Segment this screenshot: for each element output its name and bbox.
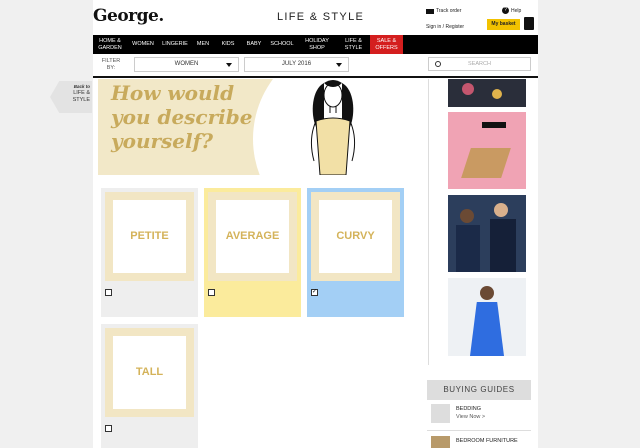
hero-title: How would you describe yourself? <box>111 81 252 153</box>
guide-title: BEDROOM FURNITURE <box>456 438 518 444</box>
george-logo[interactable]: George. <box>93 6 164 26</box>
promo-sandals[interactable] <box>448 112 526 189</box>
truck-icon <box>426 8 434 14</box>
guide-title: BEDDING <box>456 406 482 412</box>
section-title: LIFE & STYLE <box>277 11 365 23</box>
option-card-tall[interactable]: TALL <box>101 324 198 448</box>
search-placeholder: SEARCH <box>468 61 491 67</box>
chevron-down-icon <box>336 63 342 67</box>
option-card-average[interactable]: AVERAGE <box>204 188 301 317</box>
shopping-bag-icon[interactable] <box>524 17 534 30</box>
promo-floral-top[interactable] <box>448 79 526 107</box>
filter-bar: FILTER BY: WOMEN JULY 2016 SEARCH <box>93 56 538 76</box>
filter-divider <box>93 76 538 78</box>
main-nav: HOME & GARDEN WOMEN LINGERIE MEN KIDS BA… <box>93 35 538 54</box>
buying-guides-heading: BUYING GUIDES <box>427 380 531 400</box>
option-frame: CURVY <box>311 192 400 281</box>
hero-title-line: How would <box>111 81 235 105</box>
search-input[interactable]: SEARCH <box>428 57 531 71</box>
guide-item-bedroom-furniture[interactable]: BEDROOM FURNITURE <box>427 432 531 448</box>
option-frame: PETITE <box>105 192 194 281</box>
promo-blue-dress[interactable] <box>448 278 526 356</box>
back-link-small: Back to <box>73 84 90 89</box>
nav-item-holiday-shop[interactable]: HOLIDAY SHOP <box>297 35 337 54</box>
option-label: TALL <box>113 336 186 409</box>
category-select-value: WOMEN <box>174 61 199 67</box>
track-order-link[interactable]: Track order <box>426 8 461 14</box>
nav-item-kids[interactable]: KIDS <box>215 35 241 54</box>
option-checkbox-petite[interactable] <box>105 289 112 296</box>
site-header: George. LIFE & STYLE Track order ? Help … <box>93 0 538 35</box>
filter-label: FILTER BY: <box>101 58 121 71</box>
option-frame: TALL <box>105 328 194 417</box>
nav-item-lingerie[interactable]: LINGERIE <box>159 35 191 54</box>
nav-item-men[interactable]: MEN <box>191 35 215 54</box>
back-link-text[interactable]: Back to LIFE & STYLE <box>60 83 90 104</box>
option-checkbox-curvy[interactable]: ✓ <box>311 289 318 296</box>
guide-item-bedding[interactable]: BEDDING View Now > <box>427 400 531 430</box>
search-icon <box>435 61 441 67</box>
option-checkbox-average[interactable] <box>208 289 215 296</box>
signin-link[interactable]: Sign in / Register <box>426 24 464 30</box>
nav-item-baby[interactable]: BABY <box>241 35 267 54</box>
nav-item-school[interactable]: SCHOOL <box>267 35 297 54</box>
option-checkbox-tall[interactable] <box>105 425 112 432</box>
guide-divider <box>427 430 531 431</box>
option-label: CURVY <box>319 200 392 273</box>
question-icon: ? <box>502 7 509 14</box>
option-card-petite[interactable]: PETITE <box>101 188 198 317</box>
category-select[interactable]: WOMEN <box>134 57 239 72</box>
bedding-thumbnail <box>431 404 450 423</box>
woman-illustration <box>310 80 356 175</box>
option-frame: AVERAGE <box>208 192 297 281</box>
sidebar-divider <box>428 79 429 365</box>
help-label: Help <box>511 7 522 14</box>
date-select-value: JULY 2016 <box>281 61 312 67</box>
option-card-curvy[interactable]: CURVY ✓ <box>307 188 404 317</box>
sidebar-promos <box>428 79 531 365</box>
hero-title-line: yourself? <box>111 129 213 153</box>
nav-item-home-garden[interactable]: HOME & GARDEN <box>93 35 127 54</box>
hero-title-line: you describe <box>111 105 253 129</box>
track-order-label: Track order <box>436 8 462 14</box>
chevron-down-icon <box>226 63 232 67</box>
hero-banner: How would you describe yourself? <box>98 79 410 175</box>
page: George. LIFE & STYLE Track order ? Help … <box>93 0 538 448</box>
promo-school-kids[interactable] <box>448 195 526 272</box>
option-label: AVERAGE <box>216 200 289 273</box>
nav-item-sale-offers[interactable]: SALE & OFFERS <box>370 35 403 54</box>
back-link-label: LIFE & STYLE <box>72 90 90 103</box>
option-label: PETITE <box>113 200 186 273</box>
nav-item-life-style[interactable]: LIFE & STYLE <box>337 35 370 54</box>
view-now-link[interactable]: View Now > <box>456 414 485 420</box>
bedroom-furniture-thumbnail <box>431 436 450 448</box>
basket-button[interactable]: My basket <box>487 19 520 30</box>
nav-item-women[interactable]: WOMEN <box>127 35 159 54</box>
date-select[interactable]: JULY 2016 <box>244 57 349 72</box>
help-link[interactable]: ? Help <box>502 7 521 14</box>
